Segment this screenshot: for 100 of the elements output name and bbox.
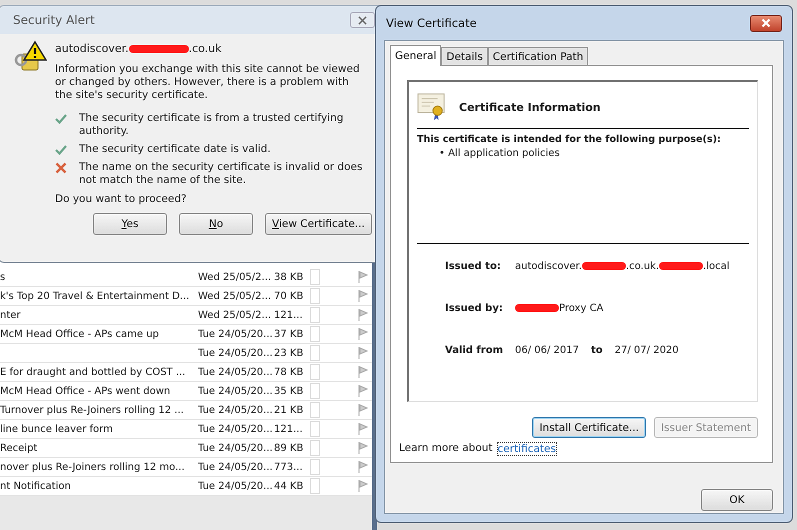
flag-icon[interactable]: [358, 347, 368, 359]
category-square-icon[interactable]: [310, 288, 320, 304]
question-text: Do you want to proceed?: [55, 193, 188, 205]
mail-size: 38 KB: [274, 272, 304, 282]
mail-subject: Turnover plus Re-Joiners rolling 12 ...: [0, 404, 185, 416]
mail-row[interactable]: nter Wed 25/05/2... 121...: [0, 306, 372, 325]
mail-subject: s: [0, 272, 6, 282]
check-result-text: The security certificate is from a trusted certifying authority.: [79, 112, 344, 138]
field-label: Issued to:: [445, 260, 502, 272]
mail-row[interactable]: nover plus Re-Joiners rolling 12 mo... Tue 24/05/20...773...: [0, 458, 372, 477]
category-square-icon[interactable]: [310, 364, 320, 380]
mail-size: 121...: [274, 310, 304, 320]
category-square-icon[interactable]: [310, 440, 320, 456]
category-square-icon[interactable]: [310, 345, 320, 361]
redaction-mark: [582, 262, 626, 270]
mail-row[interactable]: line bunce leaver form Tue 24/05/20...121...: [0, 420, 372, 439]
mail-subject: nt Notification: [0, 480, 72, 492]
mail-size: 35 KB: [274, 386, 304, 396]
flag-icon[interactable]: [358, 328, 368, 340]
mail-row[interactable]: Tue 24/05/20...23 KB: [0, 344, 372, 363]
warning-message: Information you exchange with this site cannot be viewed or changed by others. However, there is a problem with the site's security certificate.: [55, 63, 360, 102]
mail-date: Tue 24/05/20...: [198, 442, 274, 454]
category-square-icon[interactable]: [310, 421, 320, 437]
tab[interactable]: General: [390, 45, 442, 66]
field-label: to: [591, 344, 603, 356]
section-heading: Certificate Information: [459, 100, 601, 114]
mail-subject: McM Head Office - APs came up: [0, 328, 160, 340]
mail-size: 121...: [274, 424, 304, 434]
flag-icon[interactable]: [358, 480, 368, 492]
mail-size: 70 KB: [274, 290, 304, 302]
redaction-mark: [515, 304, 559, 312]
mail-subject: E for draught and bottled by COST ...: [0, 366, 186, 378]
check-icon: [55, 113, 67, 125]
mail-row[interactable]: nt Notification Tue 24/05/20...44 KB: [0, 477, 372, 496]
category-square-icon[interactable]: [310, 402, 320, 418]
dialog-button[interactable]: Yes: [93, 213, 167, 235]
flag-icon[interactable]: [358, 309, 368, 321]
mail-date: Tue 24/05/20...: [198, 462, 274, 472]
category-square-icon[interactable]: [310, 326, 320, 342]
mail-row[interactable]: k's Top 20 Travel & Entertainment D... Wed 25/05/2... 70 KB: [0, 287, 372, 306]
dialog-button[interactable]: View Certificate...: [265, 213, 372, 235]
mail-row[interactable]: McM Head Office - APs went down Tue 24/05/20...35 KB: [0, 382, 372, 401]
host-name-text: .co.uk: [188, 42, 222, 55]
mail-row[interactable]: Receipt Tue 24/05/20...89 KB: [0, 439, 372, 458]
close-icon: [761, 18, 771, 28]
redaction-mark: [128, 44, 189, 52]
mail-date: Wed 25/05/2...: [198, 272, 272, 282]
mail-row[interactable]: s Wed 25/05/2... 38 KB: [0, 268, 372, 287]
purpose-item: • All application policies: [439, 148, 561, 159]
flag-icon[interactable]: [358, 290, 368, 302]
category-square-icon[interactable]: [310, 459, 320, 475]
field-value-text: .co.uk.: [626, 260, 660, 272]
mail-row[interactable]: McM Head Office - APs came up Tue 24/05/20...37 KB: [0, 325, 372, 344]
flag-icon[interactable]: [358, 271, 368, 283]
flag-icon[interactable]: [358, 423, 368, 435]
mail-date: Wed 25/05/2...: [198, 290, 272, 302]
category-square-icon[interactable]: [310, 307, 320, 323]
mail-date: Tue 24/05/20...: [198, 348, 274, 358]
field-value-text: .local: [703, 260, 730, 272]
mail-size: 773...: [274, 462, 304, 472]
ok-button[interactable]: OK: [701, 489, 773, 511]
certificates-link[interactable]: certificates: [496, 442, 557, 456]
close-button[interactable]: [750, 14, 782, 32]
mail-size: 23 KB: [274, 348, 304, 358]
mail-size: 44 KB: [274, 480, 304, 492]
cross-icon: [55, 162, 67, 174]
close-icon: [358, 16, 367, 24]
mail-size: 78 KB: [274, 366, 304, 378]
field-value-text: autodiscover.: [515, 260, 582, 272]
category-square-icon[interactable]: [310, 478, 320, 494]
flag-icon[interactable]: [358, 385, 368, 397]
mail-date: Tue 24/05/20...: [198, 404, 274, 416]
certificate-button[interactable]: Install Certificate...: [532, 417, 646, 438]
mail-size: 37 KB: [274, 328, 304, 340]
flag-icon[interactable]: [358, 461, 368, 473]
field-label: Issued by:: [445, 302, 504, 314]
category-square-icon[interactable]: [310, 383, 320, 399]
check-result-text: The security certificate date is valid.: [79, 143, 272, 156]
category-square-icon[interactable]: [310, 269, 320, 285]
mail-subject: nter: [0, 310, 22, 320]
mail-subject: Receipt: [0, 442, 38, 454]
flag-icon[interactable]: [358, 404, 368, 416]
date-value: 06/ 06/ 2017: [515, 344, 579, 356]
tab[interactable]: Certification Path: [488, 47, 588, 65]
flag-icon[interactable]: [358, 442, 368, 454]
mail-subject: line bunce leaver form: [0, 424, 114, 434]
dialog-button[interactable]: No: [179, 213, 253, 235]
window-title: Security Alert: [13, 13, 95, 27]
mail-row[interactable]: Turnover plus Re-Joiners rolling 12 ... Tue 24/05/20...21 KB: [0, 401, 372, 420]
certificate-icon: [417, 93, 447, 121]
flag-icon[interactable]: [358, 366, 368, 378]
learn-more-text: Learn more about: [399, 442, 493, 456]
tab[interactable]: Details: [441, 47, 488, 65]
close-button[interactable]: [350, 12, 375, 28]
mail-subject: nover plus Re-Joiners rolling 12 mo...: [0, 462, 186, 472]
mail-date: Wed 25/05/2...: [198, 310, 272, 320]
mail-date: Tue 24/05/20...: [198, 328, 274, 340]
mail-date: Tue 24/05/20...: [198, 480, 274, 492]
mail-row[interactable]: E for draught and bottled by COST ... Tue 24/05/20...78 KB: [0, 363, 372, 382]
host-name-text: autodiscover.: [55, 42, 129, 55]
